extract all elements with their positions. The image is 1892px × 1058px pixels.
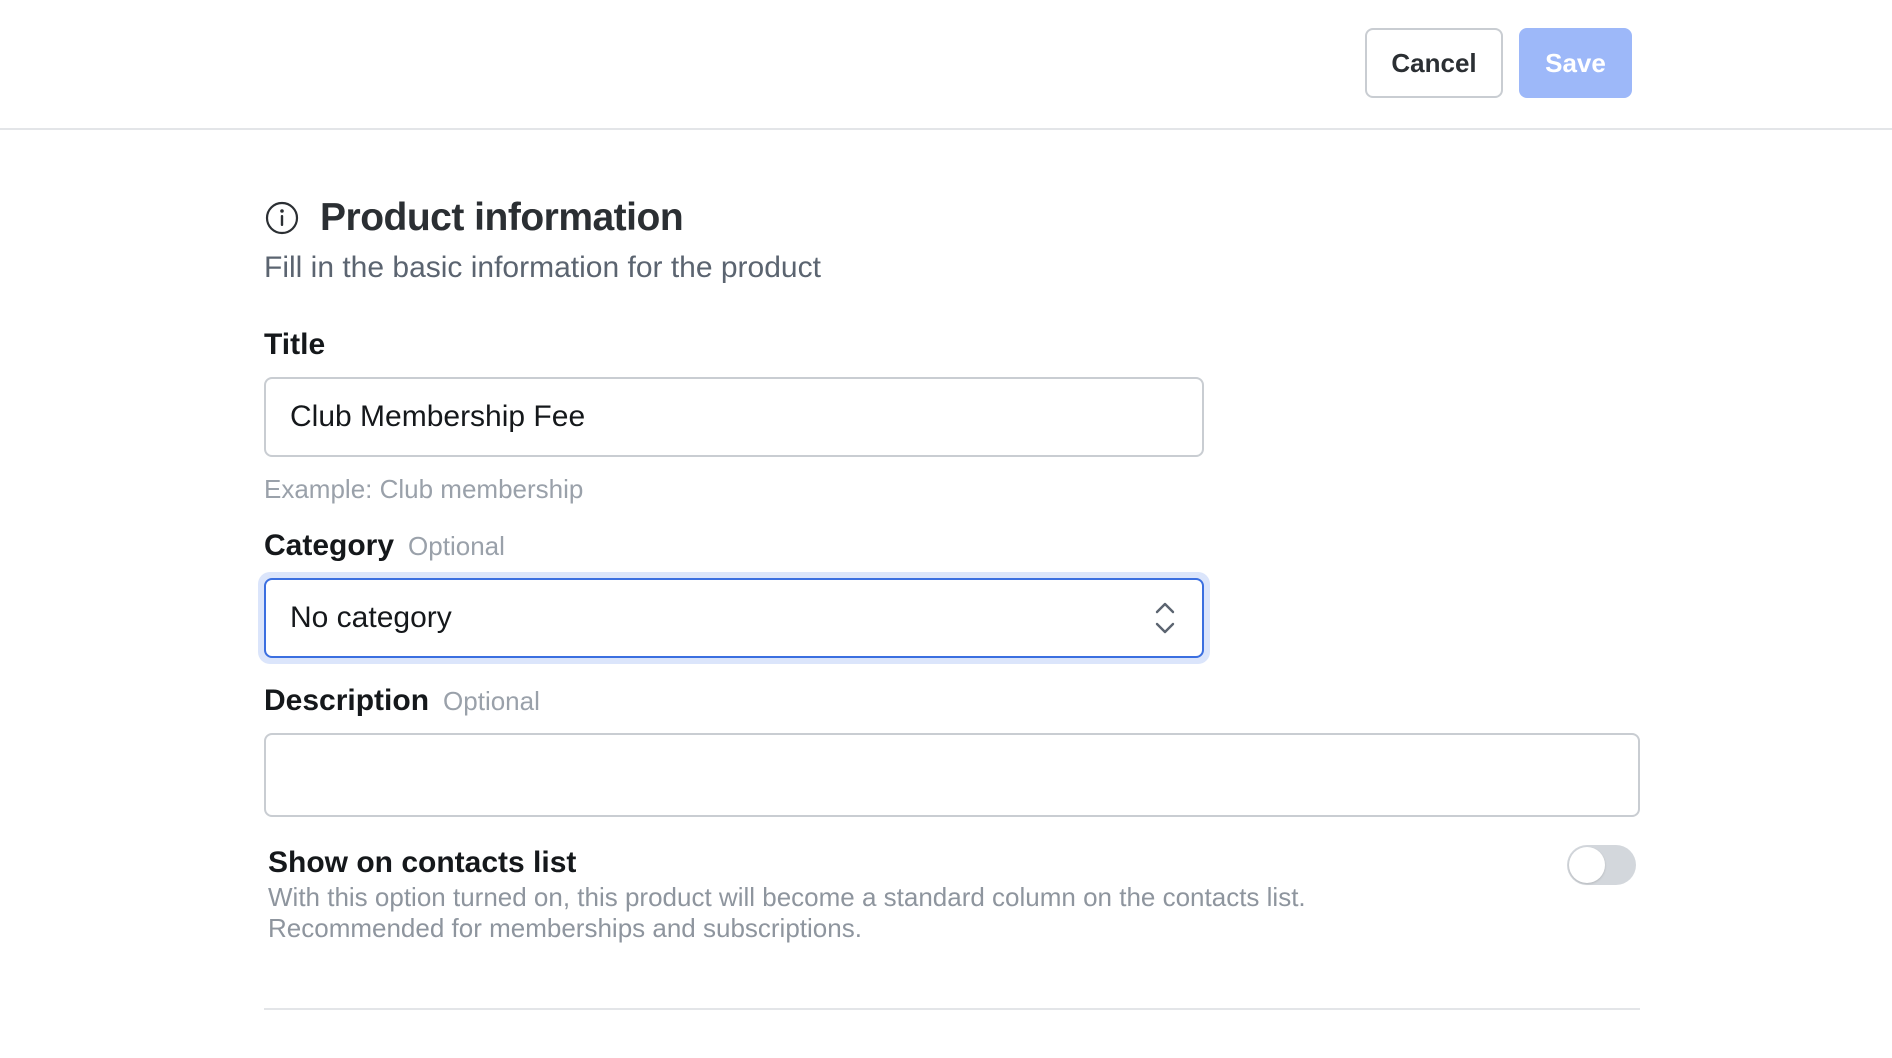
title-label: Title <box>264 328 326 361</box>
category-label: Category <box>264 529 395 562</box>
info-circle-icon <box>265 201 299 235</box>
description-label: Description <box>264 684 430 717</box>
category-optional-tag: Optional <box>408 531 505 561</box>
title-helper-text: Example: Club membership <box>264 474 584 504</box>
section-title: Product information <box>320 196 684 239</box>
category-select[interactable]: No category <box>264 578 1204 658</box>
show-on-contacts-description: With this option turned on, this product… <box>268 882 1306 943</box>
select-chevrons-icon <box>1155 602 1175 634</box>
cancel-button[interactable]: Cancel <box>1365 28 1503 98</box>
title-input-value: Club Membership Fee <box>290 400 586 433</box>
section-subtitle: Fill in the basic information for the pr… <box>264 251 821 284</box>
toggle-knob <box>1569 847 1605 883</box>
description-label-row: Description Optional <box>264 684 540 718</box>
title-input[interactable]: Club Membership Fee <box>264 377 1204 457</box>
category-selected-value: No category <box>290 601 452 634</box>
section-divider <box>264 1008 1640 1010</box>
top-action-bar: Cancel Save <box>0 0 1892 130</box>
description-optional-tag: Optional <box>443 686 540 716</box>
save-button[interactable]: Save <box>1519 28 1632 98</box>
show-on-contacts-toggle[interactable] <box>1567 845 1636 885</box>
show-on-contacts-label: Show on contacts list <box>268 846 577 879</box>
category-label-row: Category Optional <box>264 529 505 563</box>
section-header: Product information <box>264 196 684 240</box>
description-input[interactable] <box>264 733 1640 817</box>
